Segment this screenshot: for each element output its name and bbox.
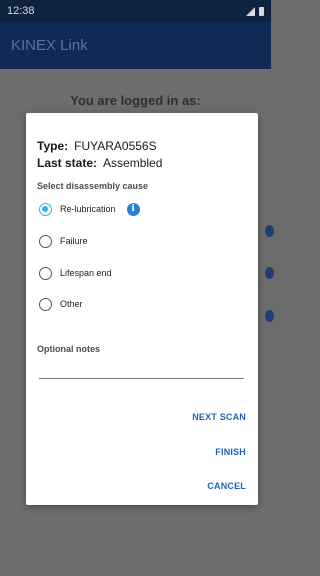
last-state-value: Assembled: [103, 156, 163, 170]
optional-notes-input[interactable]: [39, 363, 244, 379]
option-other[interactable]: Other: [39, 296, 83, 312]
option-label: Lifespan end: [60, 268, 112, 278]
background-list-marker: [265, 310, 274, 322]
status-bar: 12:38: [0, 0, 271, 22]
last-state-line: Last state: Assembled: [37, 156, 162, 170]
battery-icon: [259, 6, 264, 16]
cancel-button[interactable]: CANCEL: [207, 481, 246, 491]
radio-other[interactable]: [39, 297, 52, 311]
last-state-key: Last state:: [37, 156, 98, 170]
finish-button[interactable]: FINISH: [215, 447, 246, 457]
optional-notes-label: Optional notes: [37, 344, 100, 354]
type-value: FUYARA0556S: [74, 139, 157, 153]
disassembly-dialog: Type: FUYARA0556S Last state: Assembled Se…: [26, 113, 258, 505]
next-scan-button[interactable]: NEXT SCAN: [192, 412, 246, 422]
logged-in-label: You are logged in as:: [70, 93, 201, 108]
option-lifespan-end[interactable]: Lifespan end: [39, 265, 112, 281]
radio-lifespan-end[interactable]: [39, 266, 52, 280]
option-label: Other: [60, 299, 83, 309]
type-key: Type:: [37, 139, 69, 153]
option-failure[interactable]: Failure: [39, 233, 88, 249]
disassembly-cause-label: Select disassembly cause: [37, 181, 149, 191]
status-time: 12:38: [7, 5, 35, 17]
background-list-marker: [265, 267, 274, 279]
radio-relubrication[interactable]: [39, 202, 52, 216]
app-title: KINEX Link: [11, 37, 88, 54]
info-icon[interactable]: i: [126, 202, 140, 216]
option-relubrication[interactable]: Re-lubrication i: [39, 201, 140, 217]
app-bar: KINEX Link: [0, 22, 271, 69]
radio-failure[interactable]: [39, 234, 52, 248]
background-list-marker: [265, 225, 274, 237]
option-label: Failure: [60, 236, 88, 246]
option-label: Re-lubrication: [60, 204, 116, 214]
status-icons: [246, 6, 264, 16]
signal-icon: [246, 6, 255, 16]
type-line: Type: FUYARA0556S: [37, 139, 157, 153]
